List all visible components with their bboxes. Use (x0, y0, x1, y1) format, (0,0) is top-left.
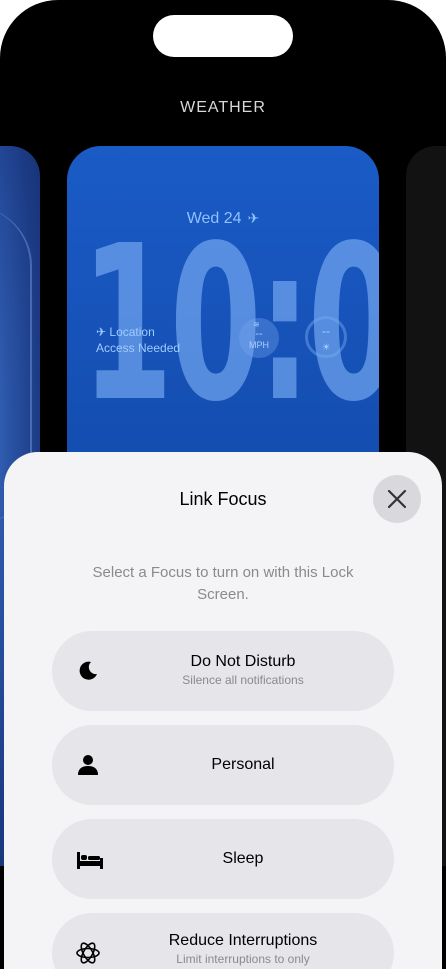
dynamic-island (153, 15, 293, 57)
focus-item-reduce-interruptions[interactable]: Reduce Interruptions Limit interruptions… (52, 913, 394, 969)
close-button[interactable] (373, 475, 421, 523)
uv-value: -- (322, 324, 330, 338)
bed-icon (77, 852, 103, 869)
focus-item-name: Reduce Interruptions (168, 932, 318, 949)
focus-item-text: Reduce Interruptions Limit interruptions… (112, 932, 374, 966)
focus-item-personal[interactable]: Personal (52, 725, 394, 805)
sun-icon: ☀ (322, 342, 331, 352)
uv-widget: -- ☀ (305, 316, 347, 358)
focus-item-name: Sleep (222, 850, 264, 867)
gallery-title: WEATHER (180, 99, 266, 116)
focus-item-name: Do Not Disturb (190, 653, 296, 670)
location-widget: ✈ Location Access Needed (96, 324, 180, 356)
phone-screen: WEATHER Wed 24✈ 10:00 ✈ Location Access … (0, 0, 446, 969)
wind-unit: MPH (249, 340, 269, 350)
wind-icon: ≋ (253, 320, 260, 329)
moon-icon (79, 661, 97, 680)
focus-item-subtitle: Silence all notifications (182, 673, 304, 687)
reduce-interruptions-icon (76, 942, 100, 964)
sheet-subtitle: Select a Focus to turn on with this Lock… (92, 564, 354, 603)
location-widget-line1: Location (109, 325, 155, 339)
location-arrow-icon: ✈ (96, 325, 107, 339)
focus-item-name: Personal (211, 756, 275, 773)
focus-item-text: Sleep (112, 850, 374, 868)
person-icon (78, 755, 98, 775)
wind-widget: ≋ -- MPH (239, 318, 279, 358)
close-icon (387, 489, 407, 509)
focus-item-do-not-disturb[interactable]: Do Not Disturb Silence all notifications (52, 631, 394, 711)
focus-item-sleep[interactable]: Sleep (52, 819, 394, 899)
location-widget-line2: Access Needed (96, 341, 181, 355)
wind-value: -- (255, 328, 263, 340)
focus-item-text: Do Not Disturb Silence all notifications (112, 653, 374, 687)
focus-item-subtitle: Limit interruptions to only (176, 952, 310, 966)
focus-item-text: Personal (112, 756, 374, 774)
link-focus-sheet: Link Focus Select a Focus to turn on wit… (4, 452, 442, 969)
